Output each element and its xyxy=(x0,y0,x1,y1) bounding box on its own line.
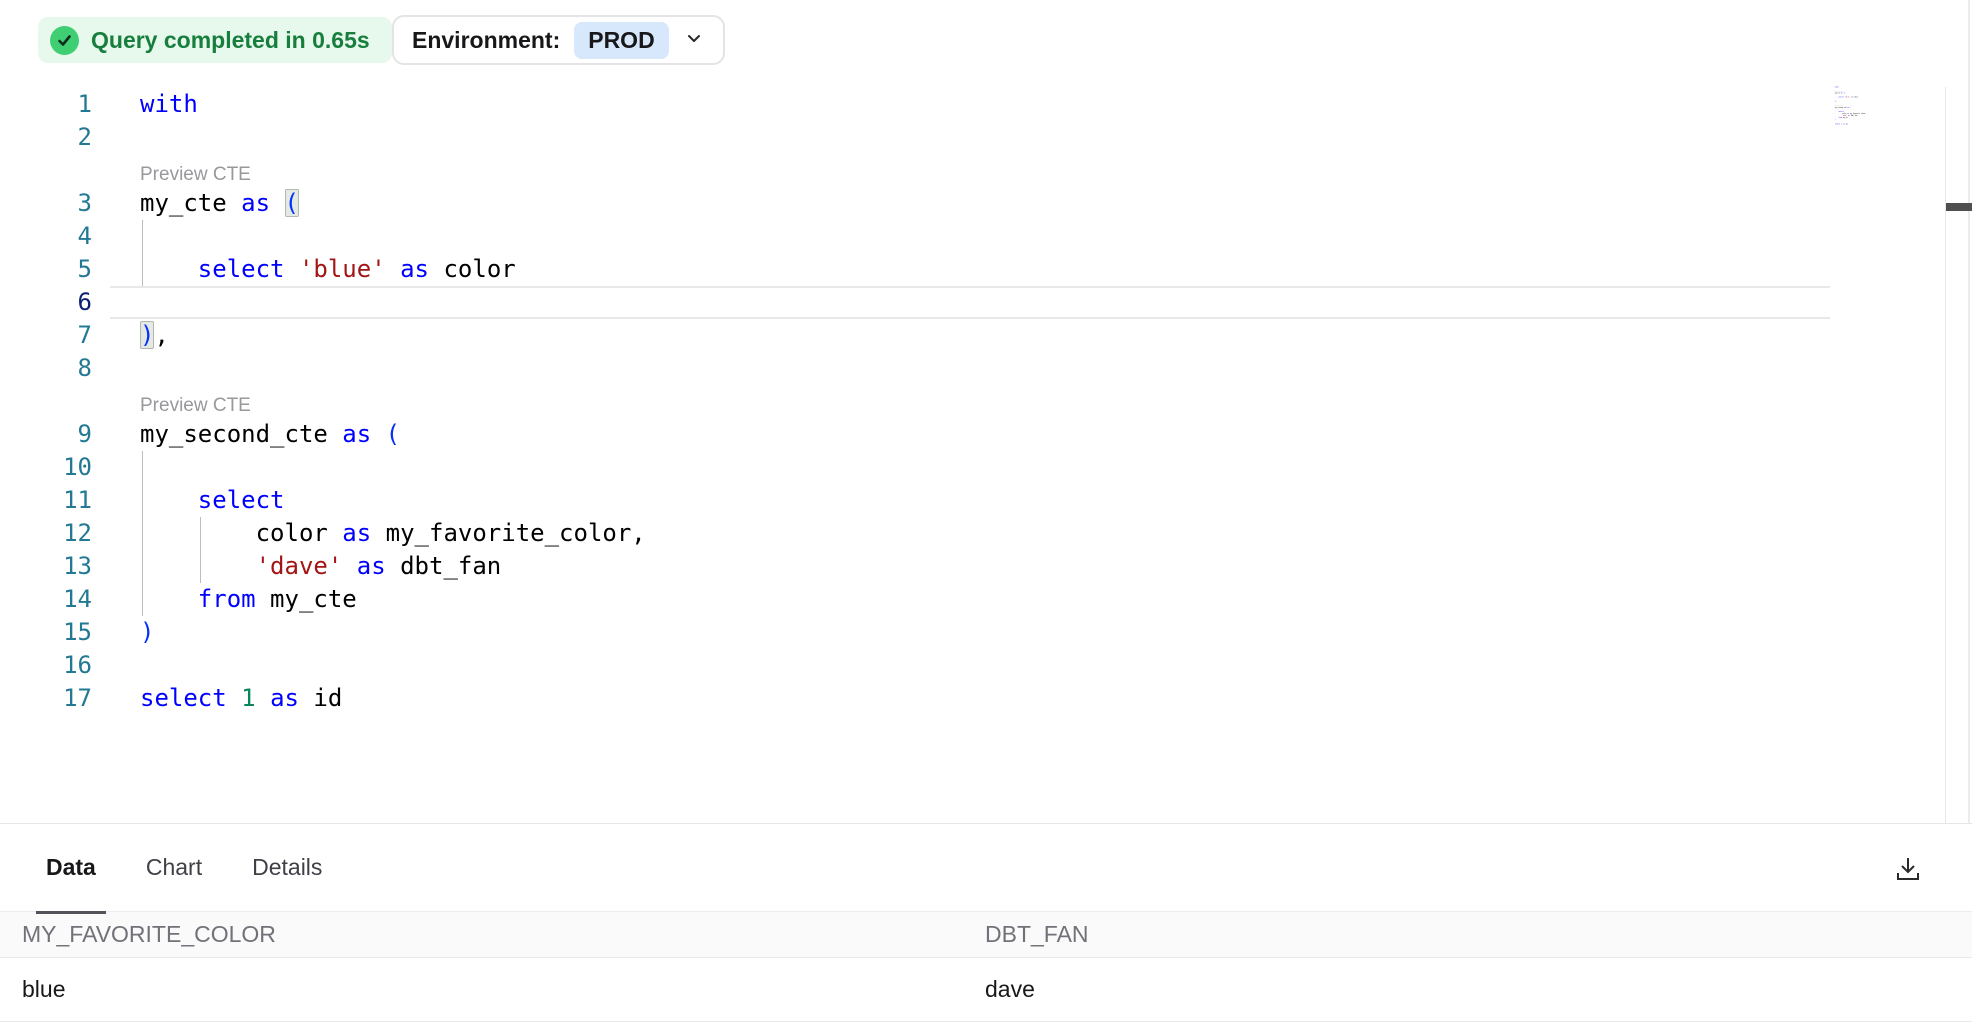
indent-guide xyxy=(142,583,143,616)
tab-details[interactable]: Details xyxy=(242,824,332,912)
indent-guide xyxy=(200,517,201,550)
scrollbar-thumb[interactable] xyxy=(1946,203,1972,211)
query-status-badge: Query completed in 0.65s xyxy=(38,17,392,63)
line-number: 13 xyxy=(0,550,110,583)
preview-cte-link[interactable]: Preview CTE xyxy=(110,154,1830,187)
editor-right-border xyxy=(1968,0,1970,823)
download-button[interactable] xyxy=(1886,848,1930,892)
line-number: 9 xyxy=(0,418,110,451)
line-number: 17 xyxy=(0,682,110,715)
codelens-row: Preview CTE xyxy=(0,154,1972,187)
line-number: 5 xyxy=(0,253,110,286)
code-line[interactable]: 5 select 'blue' as color xyxy=(0,253,1972,286)
code-line[interactable]: 11 select xyxy=(0,484,1972,517)
results-panel: Data Chart Details MY_FAVORITE_COLOR DBT… xyxy=(0,823,1972,1026)
indent-guide xyxy=(142,253,143,286)
query-status-text: Query completed in 0.65s xyxy=(91,27,370,54)
code-line[interactable]: 12 color as my_favorite_color, xyxy=(0,517,1972,550)
chevron-down-icon xyxy=(683,27,705,54)
code-line[interactable]: 4 xyxy=(0,220,1972,253)
code-line-content xyxy=(110,220,1830,253)
environment-label: Environment: xyxy=(412,27,560,54)
code-line-content: ), xyxy=(110,319,1830,352)
code-line-content: my_cte as ( xyxy=(110,187,1830,220)
line-number: 3 xyxy=(0,187,110,220)
code-line-content: ) xyxy=(110,616,1830,649)
code-line-content: color as my_favorite_color, xyxy=(110,517,1830,550)
results-header-row: MY_FAVORITE_COLOR DBT_FAN xyxy=(0,912,1972,958)
line-number: 8 xyxy=(0,352,110,385)
indent-guide xyxy=(200,550,201,583)
code-line[interactable]: 14 from my_cte xyxy=(0,583,1972,616)
cell-dbt-fan: dave xyxy=(985,976,1972,1003)
code-line[interactable]: 2 xyxy=(0,121,1972,154)
code-line[interactable]: 7), xyxy=(0,319,1972,352)
codelens-row: Preview CTE xyxy=(0,385,1972,418)
code-line-content xyxy=(110,451,1830,484)
column-header-my-favorite-color[interactable]: MY_FAVORITE_COLOR xyxy=(0,921,985,948)
indent-guide xyxy=(142,550,143,583)
line-number: 7 xyxy=(0,319,110,352)
code-line-content: 'dave' as dbt_fan xyxy=(110,550,1830,583)
indent-guide xyxy=(142,451,143,484)
cell-my-favorite-color: blue xyxy=(0,976,985,1003)
indent-guide xyxy=(142,220,143,253)
code-line[interactable]: 16 xyxy=(0,649,1972,682)
code-line[interactable]: 9my_second_cte as ( xyxy=(0,418,1972,451)
table-row[interactable]: blue dave xyxy=(0,958,1972,1022)
results-tabs: Data Chart Details xyxy=(0,824,1972,912)
code-line-content: select 1 as id xyxy=(110,682,1830,715)
code-line-content xyxy=(110,649,1830,682)
code-line[interactable]: 6 xyxy=(0,286,1972,319)
line-number: 4 xyxy=(0,220,110,253)
code-line-content xyxy=(110,121,1830,154)
line-number: 12 xyxy=(0,517,110,550)
code-line[interactable]: 15) xyxy=(0,616,1972,649)
environment-selector[interactable]: Environment: PROD xyxy=(392,15,725,65)
minimap-content: withPreview CTEmy_cte as ( select 'blue'… xyxy=(1833,86,1883,125)
code-line-content: select xyxy=(110,484,1830,517)
tab-chart[interactable]: Chart xyxy=(136,824,212,912)
indent-guide xyxy=(142,484,143,517)
download-icon xyxy=(1893,854,1923,887)
sql-editor[interactable]: 1with2Preview CTE3my_cte as (45 select '… xyxy=(0,88,1972,715)
code-line-content: with xyxy=(110,88,1830,121)
code-line[interactable]: 3my_cte as ( xyxy=(0,187,1972,220)
line-number: 10 xyxy=(0,451,110,484)
code-line[interactable]: 8 xyxy=(0,352,1972,385)
code-line[interactable]: 13 'dave' as dbt_fan xyxy=(0,550,1972,583)
line-number: 1 xyxy=(0,88,110,121)
minimap[interactable]: withPreview CTEmy_cte as ( select 'blue'… xyxy=(1833,86,1893,134)
code-line[interactable]: 1with xyxy=(0,88,1972,121)
code-line-content xyxy=(110,286,1830,319)
code-line-content: select 'blue' as color xyxy=(110,253,1830,286)
line-number: 14 xyxy=(0,583,110,616)
code-line-content: from my_cte xyxy=(110,583,1830,616)
line-number: 2 xyxy=(0,121,110,154)
preview-cte-link[interactable]: Preview CTE xyxy=(110,385,1830,418)
line-number: 15 xyxy=(0,616,110,649)
code-line-content: select 1 as id xyxy=(1833,123,1874,125)
code-line-content: my_second_cte as ( xyxy=(110,418,1830,451)
check-circle-icon xyxy=(50,26,79,55)
code-line-content xyxy=(110,352,1830,385)
line-number: 16 xyxy=(0,649,110,682)
line-number: 6 xyxy=(0,286,110,319)
environment-value-pill: PROD xyxy=(574,22,668,59)
code-line[interactable]: 10 xyxy=(0,451,1972,484)
line-number: 11 xyxy=(0,484,110,517)
tab-data[interactable]: Data xyxy=(36,824,106,912)
column-header-dbt-fan[interactable]: DBT_FAN xyxy=(985,921,1972,948)
indent-guide xyxy=(142,517,143,550)
code-line[interactable]: 17select 1 as id xyxy=(0,682,1972,715)
